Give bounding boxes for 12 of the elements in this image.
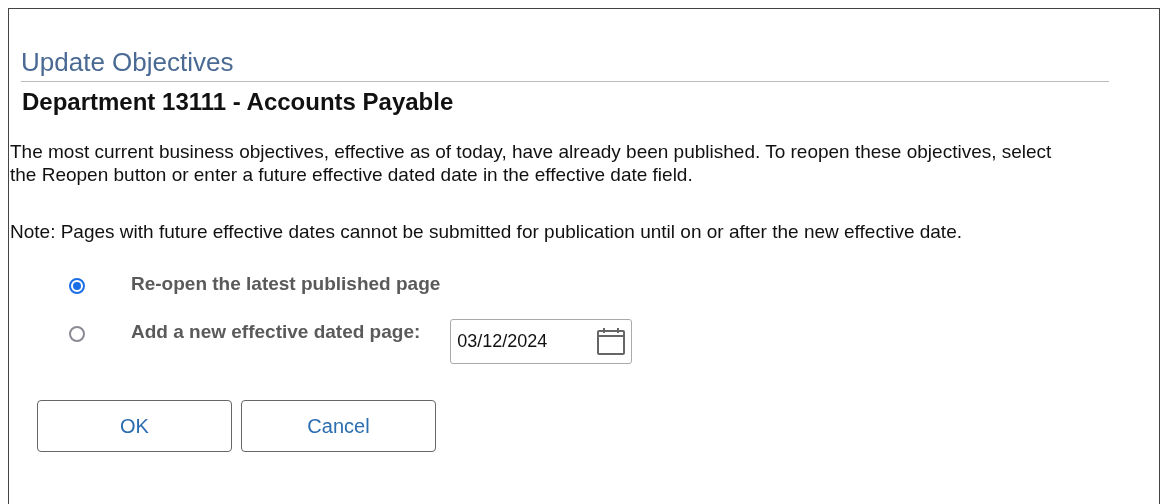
department-heading: Department 13111 - Accounts Payable xyxy=(22,88,455,116)
radio-button[interactable] xyxy=(69,278,85,294)
radio-button[interactable] xyxy=(69,326,85,342)
info-paragraph: Note: Pages with future effective dates cannot be submitted for publication until on or after the new effective date. xyxy=(10,220,963,243)
option-label: Add a new effective dated page: xyxy=(131,320,421,343)
date-field[interactable]: 03/12/2024 xyxy=(450,319,633,364)
page-title: Update Objectives xyxy=(21,47,1109,82)
option-label: Re-open the latest published page xyxy=(131,272,441,295)
dialog-button[interactable]: Cancel xyxy=(241,400,436,452)
info-paragraph: The most current business objectives, effective as of today, have already been published. To reopen these objectives, select the Reopen button or enter a future effective dated date in the effective date field. xyxy=(10,140,1053,186)
dialog-button[interactable]: OK xyxy=(37,400,232,452)
calendar-icon[interactable] xyxy=(596,326,627,356)
